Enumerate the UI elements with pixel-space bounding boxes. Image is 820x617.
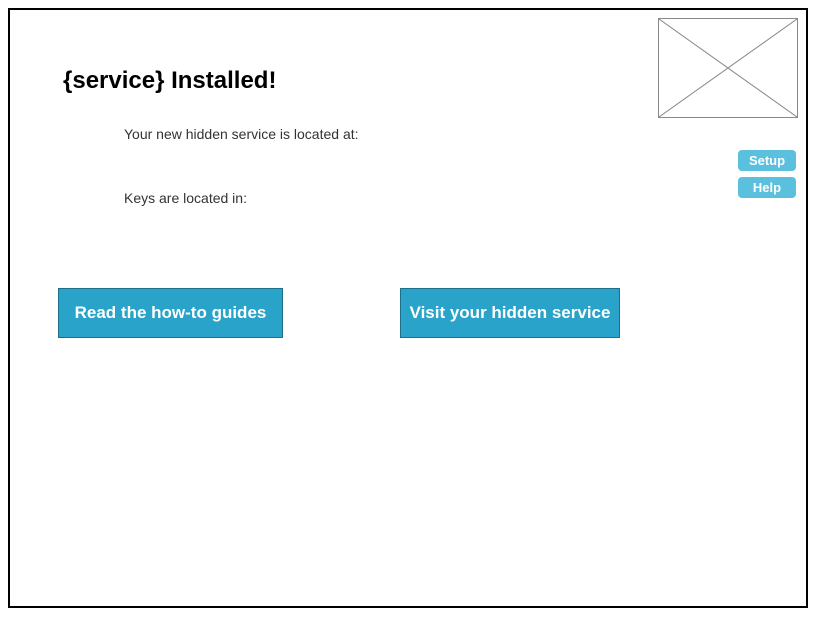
visit-hidden-service-button[interactable]: Visit your hidden service [400, 288, 620, 338]
read-guides-button[interactable]: Read the how-to guides [58, 288, 283, 338]
image-placeholder-icon [658, 18, 798, 118]
installed-panel: {service} Installed! Your new hidden ser… [8, 8, 808, 608]
placeholder-cross-graphic [659, 19, 797, 117]
help-button[interactable]: Help [738, 177, 796, 198]
keys-label: Keys are located in: [124, 190, 247, 206]
page-title: {service} Installed! [63, 67, 277, 94]
location-label: Your new hidden service is located at: [124, 126, 359, 142]
setup-button[interactable]: Setup [738, 150, 796, 171]
